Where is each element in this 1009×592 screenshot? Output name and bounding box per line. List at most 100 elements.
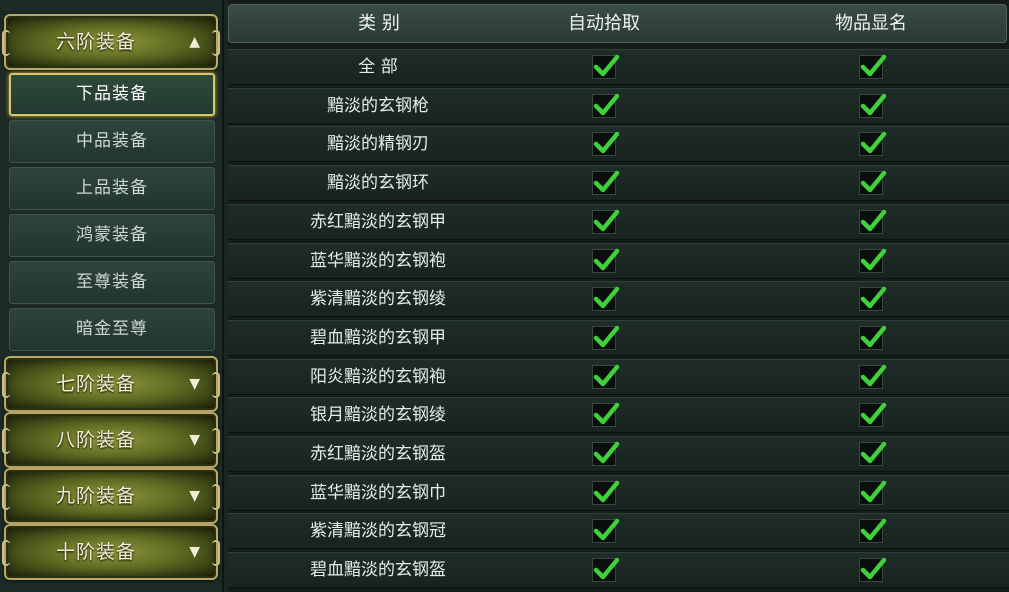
expand-arrow-icon: ▼ xyxy=(189,376,200,392)
auto-pickup-checkbox[interactable] xyxy=(592,441,620,466)
table-row: 蓝华黯淡的玄钢袍 xyxy=(228,242,1009,279)
category-label: 七阶装备 xyxy=(55,373,136,395)
checkmark-icon xyxy=(593,286,620,309)
category-label: 八阶装备 xyxy=(55,429,136,451)
collapse-arrow-icon: ▲ xyxy=(189,34,200,50)
item-name: 阳炎黯淡的玄钢袍 xyxy=(310,366,446,387)
ornament-right xyxy=(212,30,220,56)
checkmark-icon xyxy=(860,93,887,115)
auto-pickup-checkbox[interactable] xyxy=(592,170,620,196)
item-name: 赤红黯淡的玄钢甲 xyxy=(310,211,446,232)
checkmark-icon xyxy=(593,519,620,541)
checkmark-icon xyxy=(593,441,620,464)
category-collapsed[interactable]: 八阶装备 ▼ xyxy=(2,412,220,468)
show-name-checkbox[interactable] xyxy=(859,557,887,583)
table-row: 赤红黯淡的玄钢盔 xyxy=(228,436,1009,472)
checkmark-icon xyxy=(593,93,620,115)
table-row: 碧血黯淡的玄钢甲 xyxy=(228,319,1009,356)
table-row: 赤红黯淡的玄钢甲 xyxy=(228,203,1009,240)
table-row: 紫清黯淡的玄钢冠 xyxy=(228,513,1009,550)
expand-arrow-icon: ▼ xyxy=(189,544,200,560)
table-row: 黯淡的玄钢枪 xyxy=(228,87,1009,124)
auto-pickup-checkbox[interactable] xyxy=(592,248,620,273)
auto-pickup-checkbox[interactable] xyxy=(592,519,620,544)
show-name-checkbox[interactable] xyxy=(859,480,887,505)
show-name-checkbox[interactable] xyxy=(859,132,887,157)
checkmark-icon xyxy=(860,248,887,270)
checkmark-icon xyxy=(860,286,887,309)
item-name: 全 部 xyxy=(358,57,398,77)
checkmark-icon xyxy=(593,170,620,193)
auto-pickup-checkbox[interactable] xyxy=(592,480,620,505)
pickup-settings-table: 类 别 自动拾取 物品显名 全 部黯淡的玄钢枪 黯淡的精钢刃 黯淡的玄钢环 赤红黯淡的… xyxy=(228,0,1009,592)
item-name: 蓝华黯淡的玄钢巾 xyxy=(310,482,446,503)
item-name: 碧血黯淡的玄钢盔 xyxy=(310,560,446,581)
show-name-checkbox[interactable] xyxy=(859,519,887,544)
table-row: 阳炎黯淡的玄钢袍 xyxy=(228,358,1009,395)
category-collapsed[interactable]: 九阶装备 ▼ xyxy=(2,468,220,524)
auto-pickup-checkbox[interactable] xyxy=(592,132,620,157)
expand-arrow-icon: ▼ xyxy=(189,432,200,448)
checkmark-icon xyxy=(593,557,620,580)
item-name: 赤红黯淡的玄钢盔 xyxy=(310,444,446,464)
checkmark-icon xyxy=(860,170,887,193)
auto-pickup-checkbox[interactable] xyxy=(592,364,620,389)
sub-category-item[interactable]: 至尊装备 xyxy=(9,261,215,304)
category-collapsed[interactable]: 七阶装备 ▼ xyxy=(2,356,220,412)
checkmark-icon xyxy=(860,480,887,502)
checkmark-icon xyxy=(593,54,620,77)
category-label: 六阶装备 xyxy=(55,31,136,53)
sub-category-item[interactable]: 暗金至尊 xyxy=(9,308,215,351)
auto-pickup-checkbox[interactable] xyxy=(592,209,620,234)
checkmark-icon xyxy=(860,519,887,541)
show-name-checkbox[interactable] xyxy=(859,248,887,273)
table-row: 蓝华黯淡的玄钢巾 xyxy=(228,474,1009,511)
table-row: 银月黯淡的玄钢绫 xyxy=(228,397,1009,434)
checkmark-icon xyxy=(860,325,887,348)
item-name: 紫清黯淡的玄钢冠 xyxy=(310,521,446,542)
item-name: 黯淡的玄钢枪 xyxy=(327,95,429,116)
checkmark-icon xyxy=(860,364,887,386)
checkmark-icon xyxy=(860,557,887,580)
checkmark-icon xyxy=(860,441,887,464)
show-name-checkbox[interactable] xyxy=(859,441,887,466)
sub-category-item[interactable]: 下品装备 xyxy=(9,73,215,116)
checkmark-icon xyxy=(593,248,620,270)
checkmark-icon xyxy=(593,209,620,232)
show-name-checkbox[interactable] xyxy=(859,54,887,79)
show-name-checkbox[interactable] xyxy=(859,403,887,428)
show-name-checkbox[interactable] xyxy=(859,170,887,196)
checkmark-icon xyxy=(593,480,620,502)
auto-pickup-checkbox[interactable] xyxy=(592,557,620,583)
item-name: 银月黯淡的玄钢绫 xyxy=(310,405,446,426)
checkmark-icon xyxy=(593,325,620,348)
sub-category-item[interactable]: 上品装备 xyxy=(9,167,215,210)
category-collapsed[interactable]: 十阶装备 ▼ xyxy=(2,524,220,580)
equipment-category-sidebar: 六阶装备 ▲ 下品装备 中品装备 上品装备 鸿蒙装备 至尊装备 暗金至尊 七阶装备 ▼ 八阶装… xyxy=(0,0,224,592)
auto-pickup-checkbox[interactable] xyxy=(592,93,620,118)
item-name: 紫清黯淡的玄钢绫 xyxy=(310,289,446,310)
auto-pickup-checkbox[interactable] xyxy=(592,403,620,428)
show-name-checkbox[interactable] xyxy=(859,364,887,389)
checkmark-icon xyxy=(593,364,620,386)
show-name-checkbox[interactable] xyxy=(859,93,887,118)
auto-pickup-checkbox[interactable] xyxy=(592,286,620,312)
category-label: 九阶装备 xyxy=(55,485,136,507)
checkmark-icon xyxy=(860,54,887,77)
header-auto-pickup: 自动拾取 xyxy=(568,13,640,34)
show-name-checkbox[interactable] xyxy=(859,286,887,312)
checkmark-icon xyxy=(860,403,887,425)
expand-arrow-icon: ▼ xyxy=(189,488,200,504)
category-six-tier[interactable]: 六阶装备 ▲ xyxy=(2,14,220,70)
checkmark-icon xyxy=(593,132,620,154)
sub-category-item[interactable]: 鸿蒙装备 xyxy=(9,214,215,257)
show-name-checkbox[interactable] xyxy=(859,325,887,350)
table-row: 紫清黯淡的玄钢绫 xyxy=(228,281,1009,318)
auto-pickup-checkbox[interactable] xyxy=(592,54,620,79)
sub-category-item[interactable]: 中品装备 xyxy=(9,120,215,163)
auto-pickup-checkbox[interactable] xyxy=(592,325,620,350)
table-header: 类 别 自动拾取 物品显名 xyxy=(228,4,1007,43)
header-show-name: 物品显名 xyxy=(835,13,907,34)
table-row: 全 部 xyxy=(228,49,1009,85)
show-name-checkbox[interactable] xyxy=(859,209,887,234)
